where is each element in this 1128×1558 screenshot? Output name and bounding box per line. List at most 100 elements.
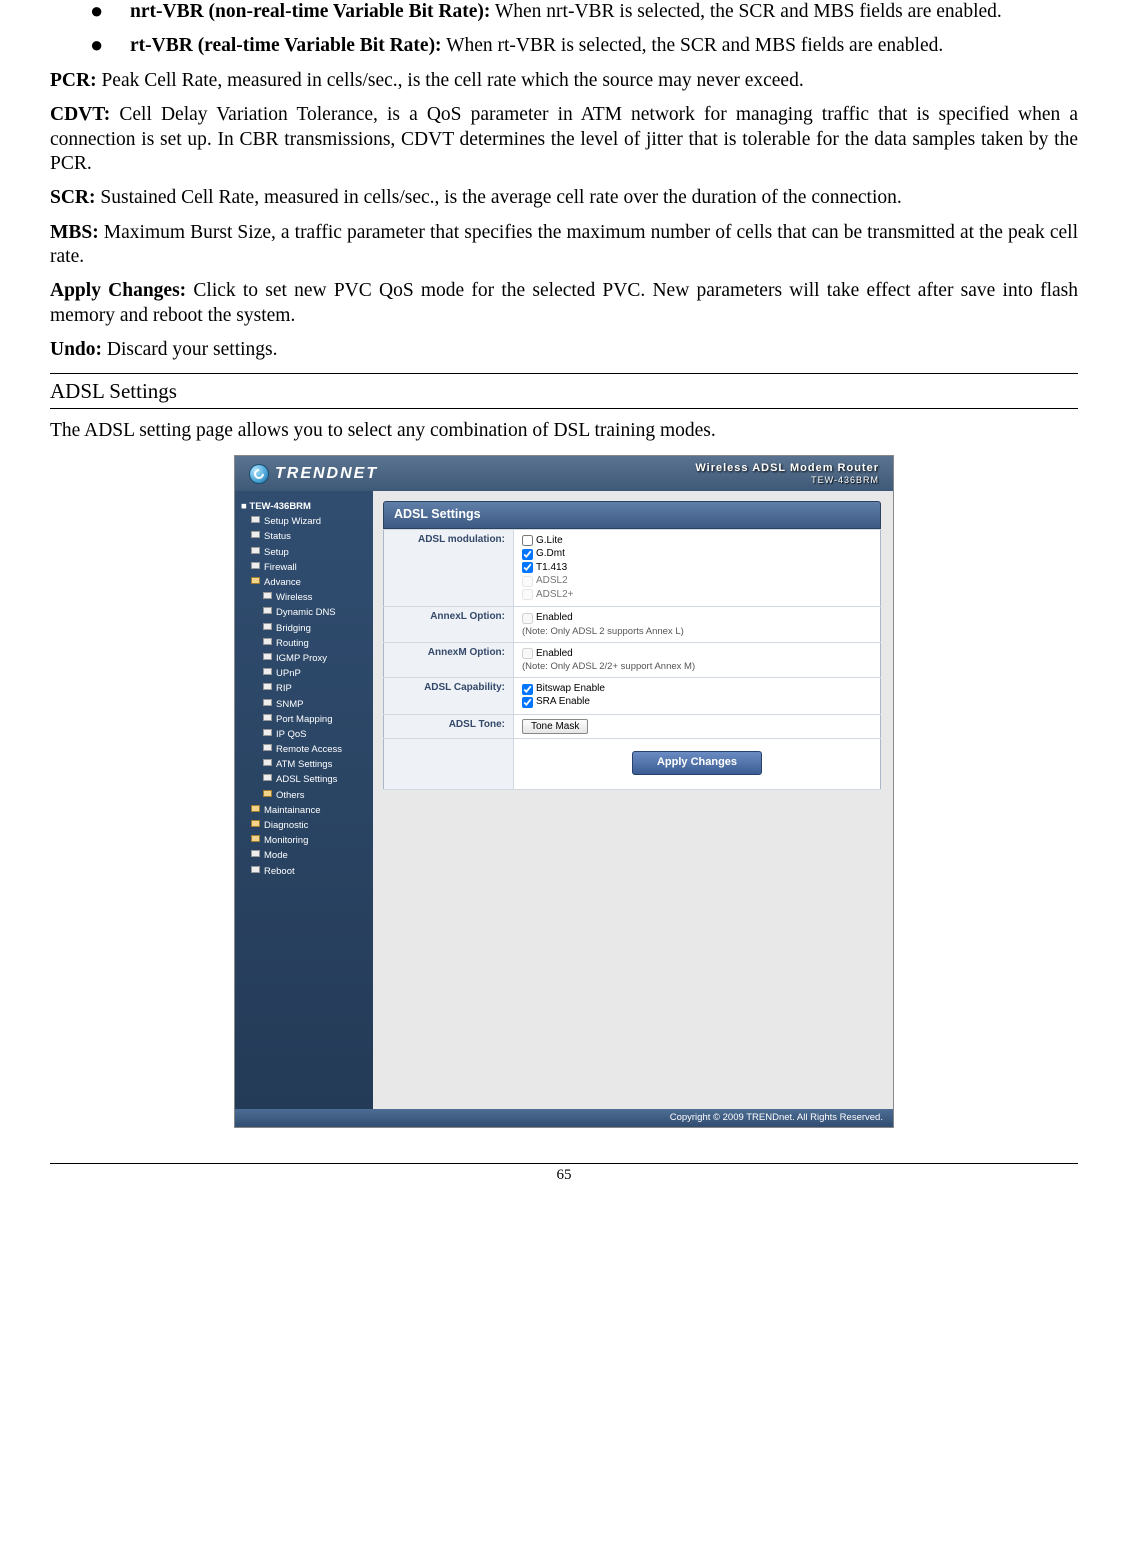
label-empty xyxy=(384,738,514,789)
nav-item-setup-wizard[interactable]: Setup Wizard xyxy=(241,514,367,529)
file-icon xyxy=(263,774,272,781)
checkbox-bitswap[interactable] xyxy=(522,684,533,695)
nav-item-label: Others xyxy=(276,790,305,801)
nav-item-label: Maintainance xyxy=(264,805,321,816)
nav-item-atm-settings[interactable]: ATM Settings xyxy=(241,757,367,772)
nav-item-adsl-settings[interactable]: ADSL Settings xyxy=(241,772,367,787)
file-icon xyxy=(263,744,272,751)
label-annexm: AnnexM Option: xyxy=(384,642,514,677)
label-annexl: AnnexL Option: xyxy=(384,607,514,642)
nav-item-mode[interactable]: Mode xyxy=(241,848,367,863)
router-admin-window: TRENDNET Wireless ADSL Modem Router TEW-… xyxy=(234,455,894,1128)
opt-bitswap: Bitswap Enable xyxy=(536,683,605,696)
para-undo: Undo: Discard your settings. xyxy=(50,338,1078,362)
nav-item-upnp[interactable]: UPnP xyxy=(241,666,367,681)
nav-item-label: Setup xyxy=(264,547,289,558)
file-icon xyxy=(263,759,272,766)
main-panel: ADSL Settings ADSL modulation: G.Lite G.… xyxy=(373,491,893,1109)
nav-item-igmp-proxy[interactable]: IGMP Proxy xyxy=(241,651,367,666)
nav-item-label: Reboot xyxy=(264,866,295,877)
document-body: ● nrt-VBR (non-real-time Variable Bit Ra… xyxy=(50,0,1078,1184)
term: MBS: xyxy=(50,222,99,243)
nav-item-others[interactable]: Others xyxy=(241,788,367,803)
nav-item-remote-access[interactable]: Remote Access xyxy=(241,742,367,757)
nav-item-label: Remote Access xyxy=(276,744,342,755)
panel-title: ADSL Settings xyxy=(384,502,880,528)
nav-item-maintainance[interactable]: Maintainance xyxy=(241,803,367,818)
nav-root[interactable]: ■ TEW-436BRM xyxy=(241,499,367,514)
nav-item-status[interactable]: Status xyxy=(241,529,367,544)
cell-annexl: Enabled (Note: Only ADSL 2 supports Anne… xyxy=(514,607,881,642)
nav-item-monitoring[interactable]: Monitoring xyxy=(241,833,367,848)
folder-icon xyxy=(251,577,260,584)
nav-item-label: Bridging xyxy=(276,623,311,634)
nav-item-label: Diagnostic xyxy=(264,820,308,831)
side-nav: ■ TEW-436BRM Setup Wizard Status Setup Fire… xyxy=(235,491,373,1109)
file-icon xyxy=(251,562,260,569)
nav-item-dynamic-dns[interactable]: Dynamic DNS xyxy=(241,605,367,620)
nav-item-label: Setup Wizard xyxy=(264,516,321,527)
nav-item-rip[interactable]: RIP xyxy=(241,681,367,696)
para-scr: SCR: Sustained Cell Rate, measured in ce… xyxy=(50,186,1078,210)
opt-adsl2: ADSL2 xyxy=(536,575,568,588)
bullet-text: nrt-VBR (non-real-time Variable Bit Rate… xyxy=(90,0,1078,24)
cell-capability: Bitswap Enable SRA Enable xyxy=(514,677,881,714)
file-icon xyxy=(263,638,272,645)
folder-icon xyxy=(263,790,272,797)
note-annexm: (Note: Only ADSL 2/2+ support Annex M) xyxy=(522,661,872,673)
checkbox-annexm xyxy=(522,648,533,659)
nav-item-port-mapping[interactable]: Port Mapping xyxy=(241,712,367,727)
folder-icon xyxy=(251,835,260,842)
checkbox-sra[interactable] xyxy=(522,697,533,708)
term: Apply Changes: xyxy=(50,280,186,301)
section-intro: The ADSL setting page allows you to sele… xyxy=(50,419,1078,443)
nav-item-label: Monitoring xyxy=(264,835,308,846)
checkbox-t1413[interactable] xyxy=(522,562,533,573)
opt-t1413: T1.413 xyxy=(536,562,567,575)
nav-item-setup[interactable]: Setup xyxy=(241,545,367,560)
tone-mask-button[interactable]: Tone Mask xyxy=(522,719,588,734)
file-icon xyxy=(251,531,260,538)
embedded-screenshot: TRENDNET Wireless ADSL Modem Router TEW-… xyxy=(50,455,1078,1128)
para-mbs: MBS: Maximum Burst Size, a traffic param… xyxy=(50,221,1078,270)
nav-item-label: Wireless xyxy=(276,592,312,603)
file-icon xyxy=(251,866,260,873)
folder-icon xyxy=(251,805,260,812)
cell-tone: Tone Mask xyxy=(514,714,881,738)
para-cdvt: CDVT: Cell Delay Variation Tolerance, is… xyxy=(50,103,1078,176)
nav-item-label: IGMP Proxy xyxy=(276,653,327,664)
nav-item-firewall[interactable]: Firewall xyxy=(241,560,367,575)
nav-item-label: IP QoS xyxy=(276,729,306,740)
bullet-rt-vbr: ● rt-VBR (real-time Variable Bit Rate): … xyxy=(50,34,1078,58)
nav-item-routing[interactable]: Routing xyxy=(241,636,367,651)
term: SCR: xyxy=(50,187,96,208)
bullet-dot-icon: ● xyxy=(50,34,90,58)
file-icon xyxy=(263,699,272,706)
checkbox-glite[interactable] xyxy=(522,535,533,546)
nav-item-wireless[interactable]: Wireless xyxy=(241,590,367,605)
brand-logo-icon xyxy=(249,464,269,484)
nav-item-bridging[interactable]: Bridging xyxy=(241,621,367,636)
nav-item-advance[interactable]: Advance xyxy=(241,575,367,590)
folder-icon xyxy=(251,820,260,827)
file-icon xyxy=(263,668,272,675)
nav-item-diagnostic[interactable]: Diagnostic xyxy=(241,818,367,833)
nav-item-ip-qos[interactable]: IP QoS xyxy=(241,727,367,742)
checkbox-gdmt[interactable] xyxy=(522,549,533,560)
app-footer: Copyright © 2009 TRENDnet. All Rights Re… xyxy=(235,1109,893,1127)
nav-item-label: Status xyxy=(264,531,291,542)
nav-item-snmp[interactable]: SNMP xyxy=(241,697,367,712)
cell-modulation: G.Lite G.Dmt T1.413 ADSL2 ADSL2+ xyxy=(514,529,881,607)
file-icon xyxy=(263,683,272,690)
nav-item-label: UPnP xyxy=(276,668,301,679)
apply-changes-button[interactable]: Apply Changes xyxy=(632,751,762,775)
brand-subtitle: Wireless ADSL Modem Router TEW-436BRM xyxy=(695,462,879,485)
file-icon xyxy=(263,714,272,721)
settings-table: ADSL modulation: G.Lite G.Dmt T1.413 ADS… xyxy=(383,529,881,790)
nav-item-label: SNMP xyxy=(276,699,303,710)
label-capability: ADSL Capability: xyxy=(384,677,514,714)
nav-item-reboot[interactable]: Reboot xyxy=(241,864,367,879)
opt-sra: SRA Enable xyxy=(536,696,590,709)
bullet-body: When nrt-VBR is selected, the SCR and MB… xyxy=(490,1,1001,22)
opt-gdmt: G.Dmt xyxy=(536,548,565,561)
